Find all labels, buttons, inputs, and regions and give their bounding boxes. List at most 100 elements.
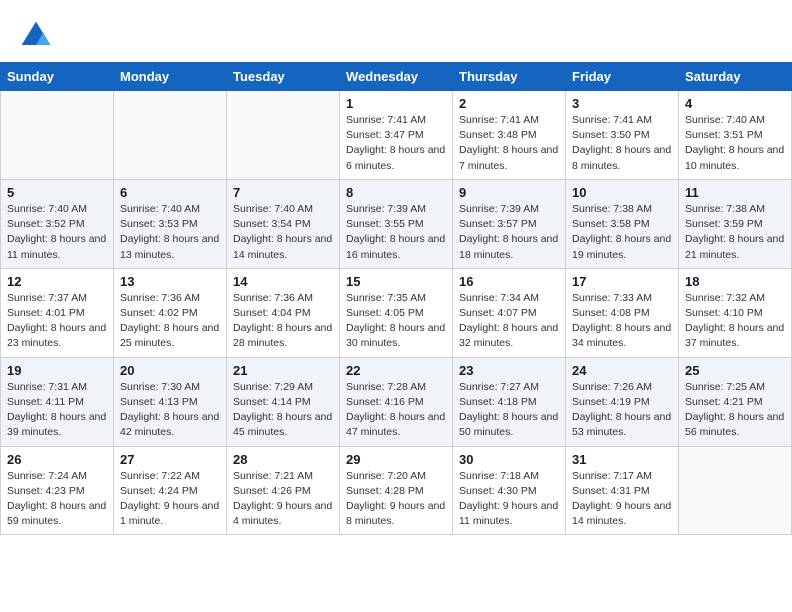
day-info: Sunrise: 7:36 AM Sunset: 4:04 PM Dayligh… bbox=[233, 291, 333, 352]
day-info: Sunrise: 7:36 AM Sunset: 4:02 PM Dayligh… bbox=[120, 291, 220, 352]
day-number: 1 bbox=[346, 96, 446, 111]
day-info: Sunrise: 7:24 AM Sunset: 4:23 PM Dayligh… bbox=[7, 469, 107, 530]
calendar-empty-cell bbox=[679, 446, 792, 535]
day-info: Sunrise: 7:18 AM Sunset: 4:30 PM Dayligh… bbox=[459, 469, 559, 530]
calendar-day-13: 13 Sunrise: 7:36 AM Sunset: 4:02 PM Dayli… bbox=[114, 268, 227, 357]
calendar-empty-cell bbox=[1, 91, 114, 180]
day-number: 24 bbox=[572, 363, 672, 378]
calendar-week-row: 26 Sunrise: 7:24 AM Sunset: 4:23 PM Dayli… bbox=[1, 446, 792, 535]
calendar-header-friday: Friday bbox=[566, 63, 679, 91]
logo bbox=[18, 18, 58, 54]
calendar-day-3: 3Sunrise: 7:41 AM Sunset: 3:50 PM Daylig… bbox=[566, 91, 679, 180]
day-number: 17 bbox=[572, 274, 672, 289]
calendar-day-30: 30 Sunrise: 7:18 AM Sunset: 4:30 PM Dayli… bbox=[453, 446, 566, 535]
calendar-day-8: 8 Sunrise: 7:39 AM Sunset: 3:55 PM Daylig… bbox=[340, 179, 453, 268]
day-number: 16 bbox=[459, 274, 559, 289]
calendar-week-row: 5Sunrise: 7:40 AM Sunset: 3:52 PM Daylig… bbox=[1, 179, 792, 268]
calendar-body: 1Sunrise: 7:41 AM Sunset: 3:47 PM Daylig… bbox=[1, 91, 792, 535]
calendar-day-21: 21Sunrise: 7:29 AM Sunset: 4:14 PM Dayli… bbox=[227, 357, 340, 446]
day-number: 9 bbox=[459, 185, 559, 200]
calendar-day-4: 4 Sunrise: 7:40 AM Sunset: 3:51 PM Daylig… bbox=[679, 91, 792, 180]
day-info: Sunrise: 7:22 AM Sunset: 4:24 PM Dayligh… bbox=[120, 469, 220, 530]
calendar-day-29: 29 Sunrise: 7:20 AM Sunset: 4:28 PM Dayli… bbox=[340, 446, 453, 535]
calendar-week-row: 1Sunrise: 7:41 AM Sunset: 3:47 PM Daylig… bbox=[1, 91, 792, 180]
day-number: 15 bbox=[346, 274, 446, 289]
calendar-day-6: 6Sunrise: 7:40 AM Sunset: 3:53 PM Daylig… bbox=[114, 179, 227, 268]
calendar-header-sunday: Sunday bbox=[1, 63, 114, 91]
calendar-day-24: 24 Sunrise: 7:26 AM Sunset: 4:19 PM Dayli… bbox=[566, 357, 679, 446]
calendar-empty-cell bbox=[227, 91, 340, 180]
logo-icon bbox=[18, 18, 54, 54]
day-info: Sunrise: 7:27 AM Sunset: 4:18 PM Dayligh… bbox=[459, 380, 559, 441]
calendar-week-row: 19 Sunrise: 7:31 AM Sunset: 4:11 PM Dayli… bbox=[1, 357, 792, 446]
calendar-day-28: 28 Sunrise: 7:21 AM Sunset: 4:26 PM Dayli… bbox=[227, 446, 340, 535]
day-number: 8 bbox=[346, 185, 446, 200]
day-info: Sunrise: 7:30 AM Sunset: 4:13 PM Dayligh… bbox=[120, 380, 220, 441]
calendar-header-row: SundayMondayTuesdayWednesdayThursdayFrid… bbox=[1, 63, 792, 91]
day-number: 28 bbox=[233, 452, 333, 467]
day-number: 20 bbox=[120, 363, 220, 378]
calendar-day-9: 9 Sunrise: 7:39 AM Sunset: 3:57 PM Daylig… bbox=[453, 179, 566, 268]
day-number: 3 bbox=[572, 96, 672, 111]
day-number: 5 bbox=[7, 185, 107, 200]
day-info: Sunrise: 7:32 AM Sunset: 4:10 PM Dayligh… bbox=[685, 291, 785, 352]
day-number: 27 bbox=[120, 452, 220, 467]
calendar-day-2: 2Sunrise: 7:41 AM Sunset: 3:48 PM Daylig… bbox=[453, 91, 566, 180]
day-info: Sunrise: 7:17 AM Sunset: 4:31 PM Dayligh… bbox=[572, 469, 672, 530]
calendar-day-27: 27 Sunrise: 7:22 AM Sunset: 4:24 PM Dayli… bbox=[114, 446, 227, 535]
calendar-table: SundayMondayTuesdayWednesdayThursdayFrid… bbox=[0, 62, 792, 535]
day-info: Sunrise: 7:35 AM Sunset: 4:05 PM Dayligh… bbox=[346, 291, 446, 352]
calendar-day-22: 22Sunrise: 7:28 AM Sunset: 4:16 PM Dayli… bbox=[340, 357, 453, 446]
day-number: 26 bbox=[7, 452, 107, 467]
day-number: 18 bbox=[685, 274, 785, 289]
calendar-day-1: 1Sunrise: 7:41 AM Sunset: 3:47 PM Daylig… bbox=[340, 91, 453, 180]
calendar-header-monday: Monday bbox=[114, 63, 227, 91]
day-number: 13 bbox=[120, 274, 220, 289]
day-info: Sunrise: 7:26 AM Sunset: 4:19 PM Dayligh… bbox=[572, 380, 672, 441]
day-info: Sunrise: 7:25 AM Sunset: 4:21 PM Dayligh… bbox=[685, 380, 785, 441]
day-number: 2 bbox=[459, 96, 559, 111]
day-number: 10 bbox=[572, 185, 672, 200]
calendar-day-25: 25Sunrise: 7:25 AM Sunset: 4:21 PM Dayli… bbox=[679, 357, 792, 446]
calendar-day-11: 11 Sunrise: 7:38 AM Sunset: 3:59 PM Dayli… bbox=[679, 179, 792, 268]
calendar-day-31: 31 Sunrise: 7:17 AM Sunset: 4:31 PM Dayli… bbox=[566, 446, 679, 535]
day-number: 29 bbox=[346, 452, 446, 467]
calendar-day-14: 14 Sunrise: 7:36 AM Sunset: 4:04 PM Dayli… bbox=[227, 268, 340, 357]
day-number: 30 bbox=[459, 452, 559, 467]
day-number: 6 bbox=[120, 185, 220, 200]
calendar-header-wednesday: Wednesday bbox=[340, 63, 453, 91]
day-number: 22 bbox=[346, 363, 446, 378]
day-info: Sunrise: 7:38 AM Sunset: 3:58 PM Dayligh… bbox=[572, 202, 672, 263]
calendar-header-tuesday: Tuesday bbox=[227, 63, 340, 91]
day-info: Sunrise: 7:20 AM Sunset: 4:28 PM Dayligh… bbox=[346, 469, 446, 530]
calendar-day-17: 17 Sunrise: 7:33 AM Sunset: 4:08 PM Dayli… bbox=[566, 268, 679, 357]
day-number: 4 bbox=[685, 96, 785, 111]
day-info: Sunrise: 7:33 AM Sunset: 4:08 PM Dayligh… bbox=[572, 291, 672, 352]
day-info: Sunrise: 7:39 AM Sunset: 3:55 PM Dayligh… bbox=[346, 202, 446, 263]
calendar-day-12: 12Sunrise: 7:37 AM Sunset: 4:01 PM Dayli… bbox=[1, 268, 114, 357]
day-info: Sunrise: 7:21 AM Sunset: 4:26 PM Dayligh… bbox=[233, 469, 333, 530]
calendar-day-7: 7 Sunrise: 7:40 AM Sunset: 3:54 PM Daylig… bbox=[227, 179, 340, 268]
day-number: 14 bbox=[233, 274, 333, 289]
day-number: 7 bbox=[233, 185, 333, 200]
calendar-day-26: 26 Sunrise: 7:24 AM Sunset: 4:23 PM Dayli… bbox=[1, 446, 114, 535]
day-number: 19 bbox=[7, 363, 107, 378]
day-number: 31 bbox=[572, 452, 672, 467]
day-info: Sunrise: 7:34 AM Sunset: 4:07 PM Dayligh… bbox=[459, 291, 559, 352]
day-number: 23 bbox=[459, 363, 559, 378]
day-info: Sunrise: 7:39 AM Sunset: 3:57 PM Dayligh… bbox=[459, 202, 559, 263]
calendar-day-18: 18 Sunrise: 7:32 AM Sunset: 4:10 PM Dayli… bbox=[679, 268, 792, 357]
calendar-header-saturday: Saturday bbox=[679, 63, 792, 91]
day-info: Sunrise: 7:31 AM Sunset: 4:11 PM Dayligh… bbox=[7, 380, 107, 441]
page-header bbox=[0, 0, 792, 62]
calendar-week-row: 12Sunrise: 7:37 AM Sunset: 4:01 PM Dayli… bbox=[1, 268, 792, 357]
calendar-day-23: 23 Sunrise: 7:27 AM Sunset: 4:18 PM Dayli… bbox=[453, 357, 566, 446]
calendar-empty-cell bbox=[114, 91, 227, 180]
day-info: Sunrise: 7:40 AM Sunset: 3:54 PM Dayligh… bbox=[233, 202, 333, 263]
calendar-day-19: 19 Sunrise: 7:31 AM Sunset: 4:11 PM Dayli… bbox=[1, 357, 114, 446]
calendar-day-5: 5Sunrise: 7:40 AM Sunset: 3:52 PM Daylig… bbox=[1, 179, 114, 268]
day-info: Sunrise: 7:38 AM Sunset: 3:59 PM Dayligh… bbox=[685, 202, 785, 263]
day-number: 11 bbox=[685, 185, 785, 200]
day-info: Sunrise: 7:40 AM Sunset: 3:51 PM Dayligh… bbox=[685, 113, 785, 174]
calendar-day-10: 10 Sunrise: 7:38 AM Sunset: 3:58 PM Dayli… bbox=[566, 179, 679, 268]
